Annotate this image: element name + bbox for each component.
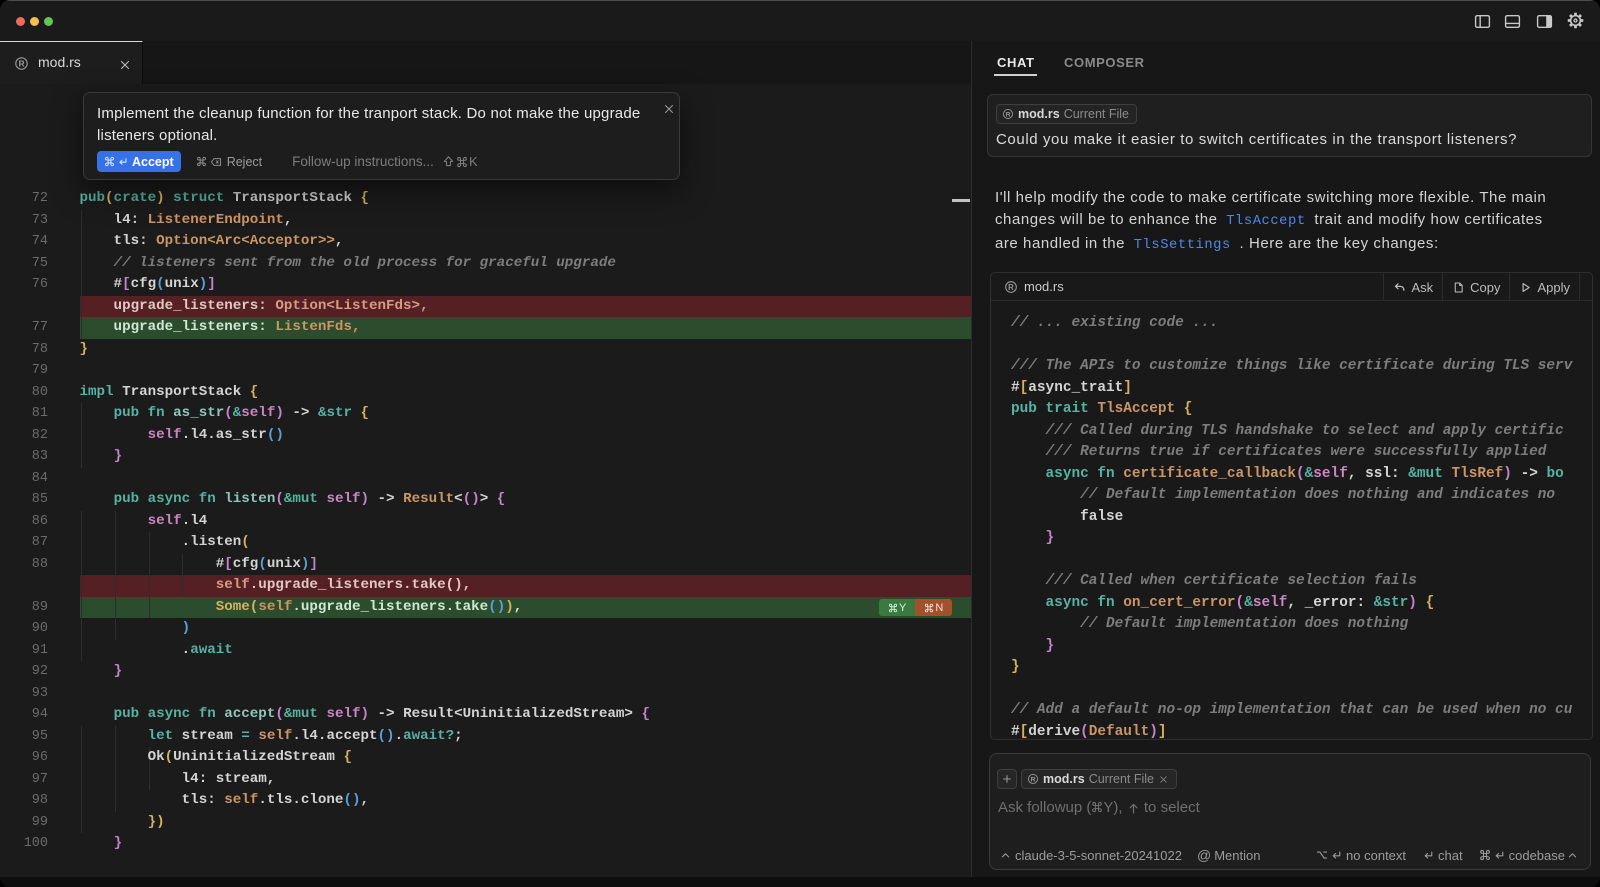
svg-text:R: R: [1008, 282, 1014, 291]
svg-text:R: R: [18, 59, 24, 69]
svg-text:R: R: [1006, 111, 1011, 118]
svg-text:R: R: [1031, 776, 1036, 783]
